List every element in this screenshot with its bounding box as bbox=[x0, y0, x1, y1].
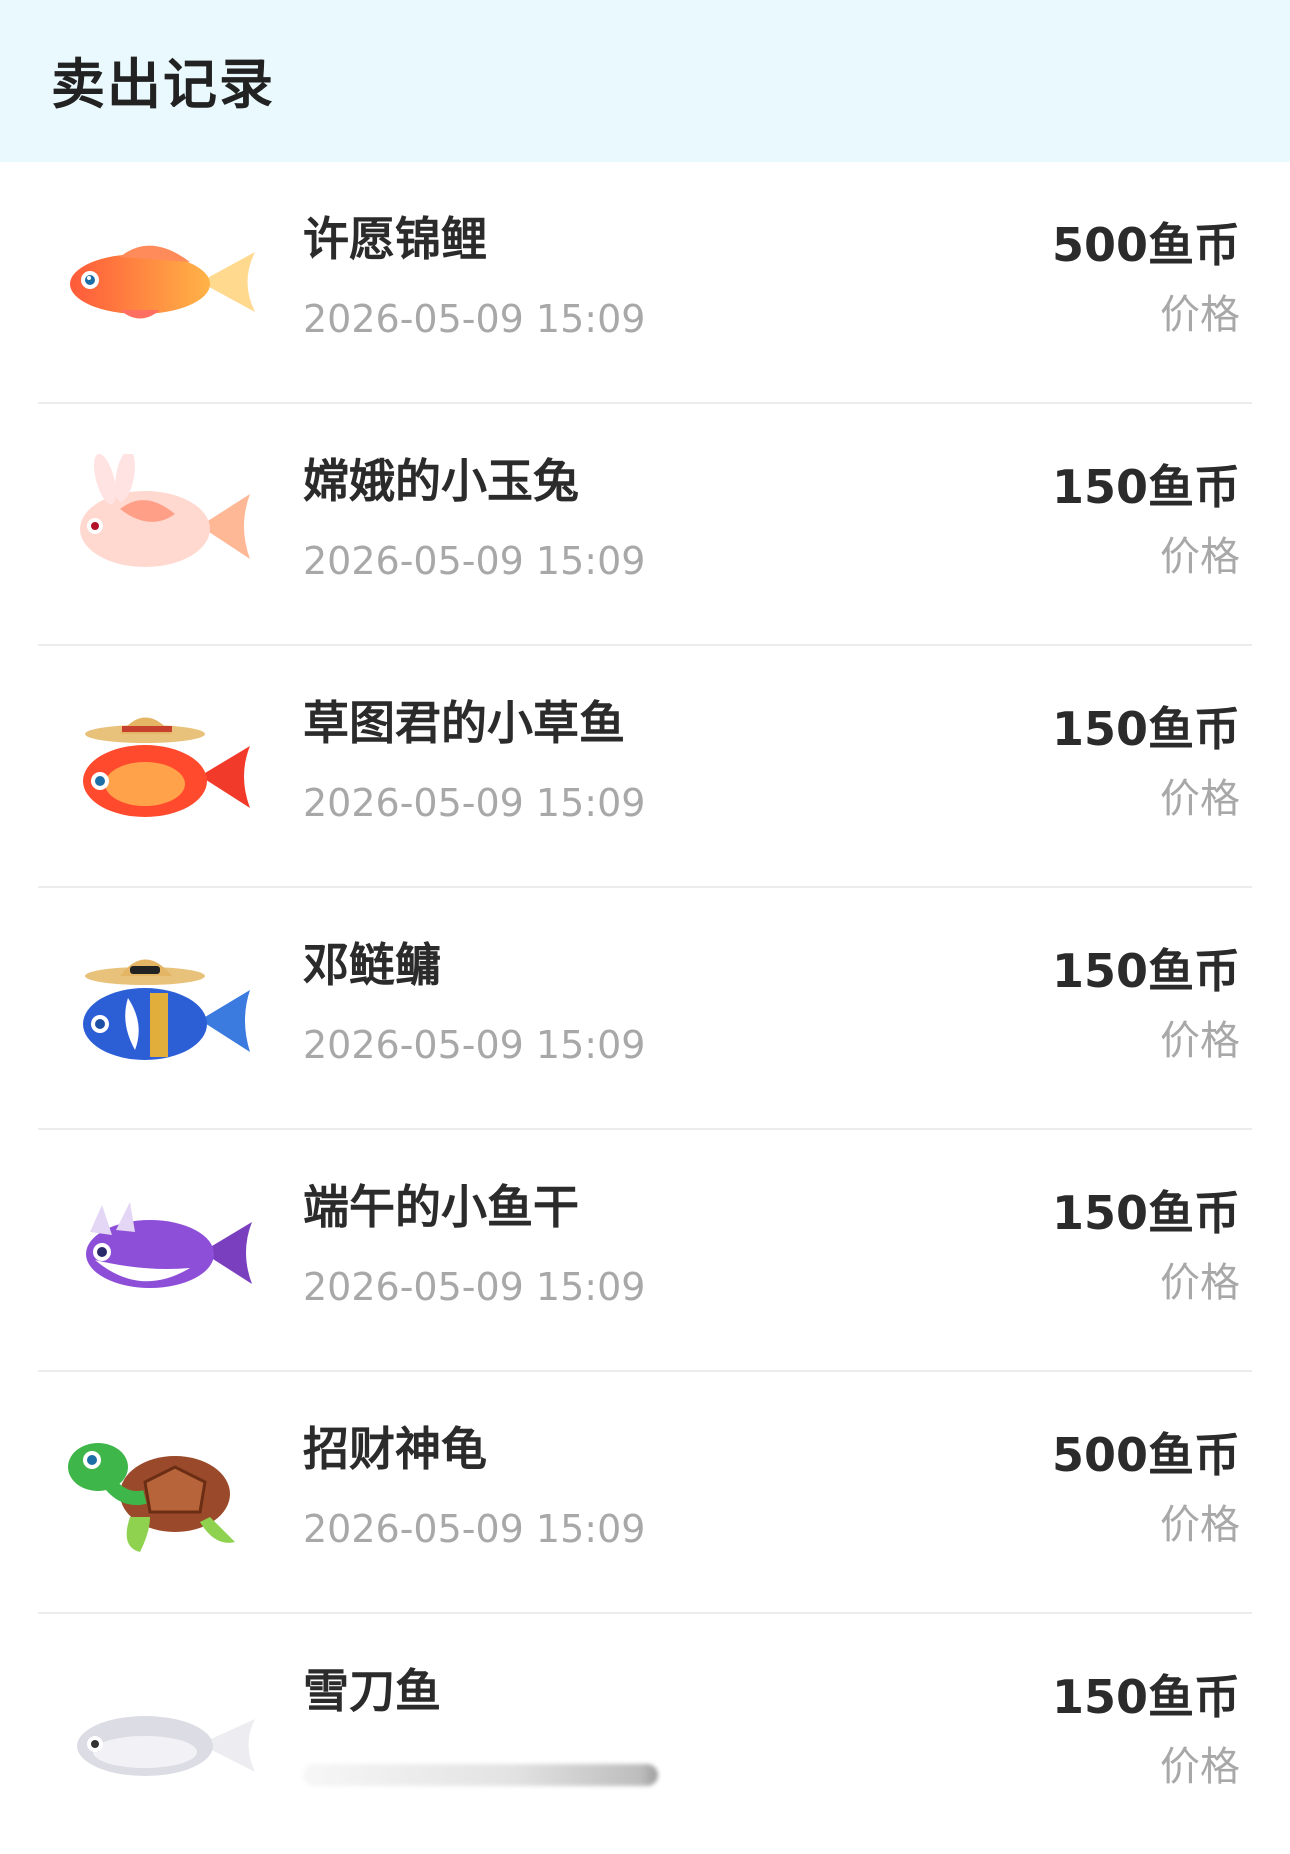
list-item[interactable]: 许愿锦鲤 2026-05-09 15:09 500鱼币 价格 bbox=[38, 162, 1252, 404]
fish-name: 许愿锦鲤 bbox=[303, 212, 487, 266]
price-label: 价格 bbox=[1160, 1260, 1240, 1306]
purple-fish-icon bbox=[50, 1180, 260, 1320]
price-label: 价格 bbox=[1160, 1018, 1240, 1064]
fish-name: 嫦娥的小玉兔 bbox=[303, 454, 579, 508]
price-label: 价格 bbox=[1160, 776, 1240, 822]
list-item[interactable]: 招财神龟 2026-05-09 15:09 500鱼币 价格 bbox=[38, 1372, 1252, 1614]
page-header: 卖出记录 bbox=[0, 0, 1290, 162]
price-value: 500鱼币 bbox=[1051, 1428, 1240, 1482]
sell-time: 2026-05-09 15:09 bbox=[303, 1265, 646, 1309]
page-title: 卖出记录 bbox=[51, 53, 275, 116]
sell-time: 2026-05-09 15:09 bbox=[303, 539, 646, 583]
sell-time: 2026-05-09 15:09 bbox=[303, 1507, 646, 1551]
list-item[interactable]: 嫦娥的小玉兔 2026-05-09 15:09 150鱼币 价格 bbox=[38, 404, 1252, 646]
price-value: 150鱼币 bbox=[1051, 944, 1240, 998]
price-value: 500鱼币 bbox=[1051, 218, 1240, 272]
fish-name: 草图君的小草鱼 bbox=[303, 696, 625, 750]
price-value: 150鱼币 bbox=[1051, 1186, 1240, 1240]
koi-fish-icon bbox=[50, 212, 260, 352]
fish-name: 端午的小鱼干 bbox=[303, 1180, 579, 1234]
rabbit-fish-icon bbox=[50, 454, 260, 594]
turtle-icon bbox=[50, 1422, 260, 1562]
sell-time: 2026-05-09 15:09 bbox=[303, 1023, 646, 1067]
list-item[interactable]: 草图君的小草鱼 2026-05-09 15:09 150鱼币 价格 bbox=[38, 646, 1252, 888]
list-item[interactable]: 端午的小鱼干 2026-05-09 15:09 150鱼币 价格 bbox=[38, 1130, 1252, 1372]
price-value: 150鱼币 bbox=[1051, 460, 1240, 514]
list-item[interactable]: 邓鲢鳙 2026-05-09 15:09 150鱼币 价格 bbox=[38, 888, 1252, 1130]
sell-time: 2026-05-09 15:09 bbox=[303, 297, 646, 341]
price-label: 价格 bbox=[1160, 1744, 1240, 1790]
fish-name: 雪刀鱼 bbox=[303, 1664, 441, 1718]
price-value: 150鱼币 bbox=[1051, 1670, 1240, 1724]
list-item[interactable]: 雪刀鱼 150鱼币 价格 bbox=[38, 1614, 1252, 1854]
price-label: 价格 bbox=[1160, 292, 1240, 338]
hat-goldfish-icon bbox=[50, 696, 260, 836]
price-label: 价格 bbox=[1160, 534, 1240, 580]
sell-time: 2026-05-09 15:09 bbox=[303, 781, 646, 825]
blue-hat-fish-icon bbox=[50, 938, 260, 1078]
price-value: 150鱼币 bbox=[1051, 702, 1240, 756]
white-fish-icon bbox=[50, 1664, 260, 1804]
sell-record-list[interactable]: 许愿锦鲤 2026-05-09 15:09 500鱼币 价格 嫦娥的小玉兔 20… bbox=[0, 162, 1290, 1854]
scrollbar-blur bbox=[303, 1764, 658, 1786]
fish-name: 邓鲢鳙 bbox=[303, 938, 441, 992]
fish-name: 招财神龟 bbox=[303, 1422, 487, 1476]
price-label: 价格 bbox=[1160, 1502, 1240, 1548]
